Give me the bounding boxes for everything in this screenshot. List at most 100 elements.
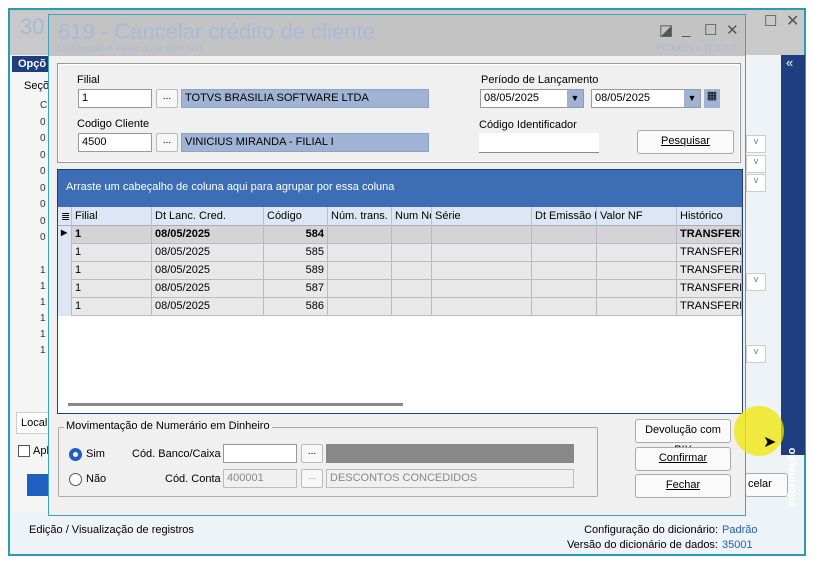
fechar-button[interactable]: Fechar xyxy=(635,474,731,498)
dropdown-arrow-icon[interactable]: ▼ xyxy=(567,90,583,107)
info-tab[interactable]: Informação xyxy=(786,448,798,507)
cliente-lookup-button[interactable]: ... xyxy=(156,133,178,152)
tree-item[interactable]: 0 xyxy=(40,216,46,227)
table-cell: 08/05/2025 xyxy=(152,226,264,244)
movimentacao-group: Movimentação de Numerário em Dinheiro Si… xyxy=(58,420,598,497)
banco-input[interactable] xyxy=(223,444,297,463)
column-header[interactable]: Núm. trans. xyxy=(328,207,392,226)
dropdown-arrow-icon[interactable]: ▼ xyxy=(684,90,700,107)
table-cell xyxy=(328,262,392,280)
table-cell xyxy=(432,298,532,316)
table-cell: 1 xyxy=(72,262,152,280)
table-row[interactable]: 108/05/2025585 TRANSFERENC xyxy=(58,244,742,262)
horizontal-scrollbar[interactable] xyxy=(68,403,403,406)
calendar-icon[interactable]: ▦ xyxy=(704,89,720,108)
column-header[interactable]: Valor NF xyxy=(597,207,677,226)
column-chooser-icon[interactable]: ≣ xyxy=(58,207,72,226)
filial-lookup-button[interactable]: ... xyxy=(156,89,178,108)
periodo-label: Período de Lançamento xyxy=(481,74,599,86)
cliente-input[interactable]: 4500 xyxy=(78,133,152,152)
sim-radio[interactable] xyxy=(69,448,82,461)
conta-lookup-button[interactable]: ... xyxy=(301,469,323,488)
identificador-input[interactable] xyxy=(479,133,599,153)
table-cell: 586 xyxy=(264,298,328,316)
pesquisar-button[interactable]: Pesquisar xyxy=(637,130,734,154)
column-header[interactable]: Série xyxy=(432,207,532,226)
chevron-down-icon[interactable]: v xyxy=(746,155,766,173)
row-indicator[interactable] xyxy=(58,244,72,262)
table-row[interactable]: 108/05/2025586 TRANSFERENCIA xyxy=(58,298,742,316)
tree-item[interactable]: 0 xyxy=(40,150,46,161)
close-icon[interactable]: ✕ xyxy=(726,21,739,39)
table-cell xyxy=(532,226,597,244)
tree-item[interactable]: 1 xyxy=(40,281,46,292)
info-side-panel[interactable]: « Informação xyxy=(781,55,805,507)
column-header[interactable]: Filial xyxy=(72,207,152,226)
dialog-title: 619 - Cancelar crédito de cliente xyxy=(58,19,375,44)
tree-item[interactable]: 0 xyxy=(40,232,46,243)
chevron-down-icon[interactable]: v xyxy=(746,174,766,192)
tree-item[interactable]: 0 xyxy=(40,117,46,128)
table-cell xyxy=(392,226,432,244)
date-from-value: 08/05/2025 xyxy=(484,92,540,104)
row-indicator[interactable] xyxy=(58,280,72,298)
sections-tab[interactable]: Seçõ xyxy=(24,80,49,92)
table-cell: 08/05/2025 xyxy=(152,244,264,262)
cliente-label: Codigo Cliente xyxy=(77,118,150,130)
maximize-icon[interactable]: ☐ xyxy=(764,12,777,30)
edit-icon[interactable] xyxy=(27,474,49,496)
table-cell: 08/05/2025 xyxy=(152,298,264,316)
restore-icon[interactable]: ◪ xyxy=(659,21,673,39)
confirmar-button[interactable]: Confirmar xyxy=(635,447,731,471)
close-icon[interactable]: ✕ xyxy=(786,11,799,31)
table-cell: 585 xyxy=(264,244,328,262)
table-cell xyxy=(597,262,677,280)
double-chevron-left-icon[interactable]: « xyxy=(786,55,793,70)
table-cell: 08/05/2025 xyxy=(152,262,264,280)
status-mode: Edição / Visualização de registros xyxy=(29,524,194,536)
group-by-area[interactable]: Arraste um cabeçalho de coluna aqui para… xyxy=(58,170,742,207)
chevron-down-icon[interactable]: v xyxy=(746,273,766,291)
date-from-picker[interactable]: 08/05/2025 ▼ xyxy=(480,89,584,108)
nao-radio[interactable] xyxy=(69,473,82,486)
filial-input[interactable]: 1 xyxy=(78,89,152,108)
devolucao-pix-button[interactable]: Devolução com PIX xyxy=(635,419,731,456)
table-row[interactable]: 108/05/2025587 TRANSFERENCIA xyxy=(58,280,742,298)
fechar-label: Fechar xyxy=(665,479,701,491)
column-header[interactable]: Dt Lanc. Cred. xyxy=(152,207,264,226)
tree-item[interactable]: 0 xyxy=(40,166,46,177)
tree-item[interactable]: 1 xyxy=(40,329,46,340)
minimize-icon[interactable]: _ xyxy=(682,21,690,38)
apply-checkbox[interactable] xyxy=(18,445,30,457)
tree-item[interactable]: 0 xyxy=(40,199,46,210)
table-cell: 1 xyxy=(72,244,152,262)
column-header[interactable]: Dt Emissão NF xyxy=(532,207,597,226)
table-row[interactable]: 108/05/2025589 TRANSFERENC xyxy=(58,262,742,280)
banco-lookup-button[interactable]: ... xyxy=(301,444,323,463)
conta-input[interactable]: 400001 xyxy=(223,469,297,488)
chevron-down-icon[interactable]: v xyxy=(746,345,766,363)
location-field[interactable]: Locali xyxy=(16,412,50,434)
table-cell xyxy=(532,280,597,298)
column-header[interactable]: Código xyxy=(264,207,328,226)
tree-item[interactable]: 1 xyxy=(40,345,46,356)
chevron-down-icon[interactable]: v xyxy=(746,135,766,153)
row-indicator[interactable] xyxy=(58,298,72,316)
tree-item[interactable]: C xyxy=(40,100,47,111)
tree-item[interactable]: 1 xyxy=(40,297,46,308)
tree-item[interactable]: 0 xyxy=(40,133,46,144)
table-row[interactable]: ▶108/05/2025584 TRANSFERENC xyxy=(58,226,742,244)
tree-item[interactable]: 1 xyxy=(40,265,46,276)
tree-item[interactable]: 1 xyxy=(40,313,46,324)
table-cell: TRANSFERENC xyxy=(677,226,742,244)
table-cell xyxy=(532,244,597,262)
column-header[interactable]: Num Nota V xyxy=(392,207,432,226)
row-indicator[interactable] xyxy=(58,262,72,280)
date-to-picker[interactable]: 08/05/2025 ▼ xyxy=(591,89,701,108)
row-indicator-icon[interactable]: ▶ xyxy=(58,226,72,244)
tree-item[interactable]: 0 xyxy=(40,183,46,194)
cancel-button[interactable]: celar xyxy=(745,473,788,497)
table-cell xyxy=(432,262,532,280)
column-header[interactable]: Histórico xyxy=(677,207,742,226)
maximize-icon[interactable]: ☐ xyxy=(704,21,717,39)
